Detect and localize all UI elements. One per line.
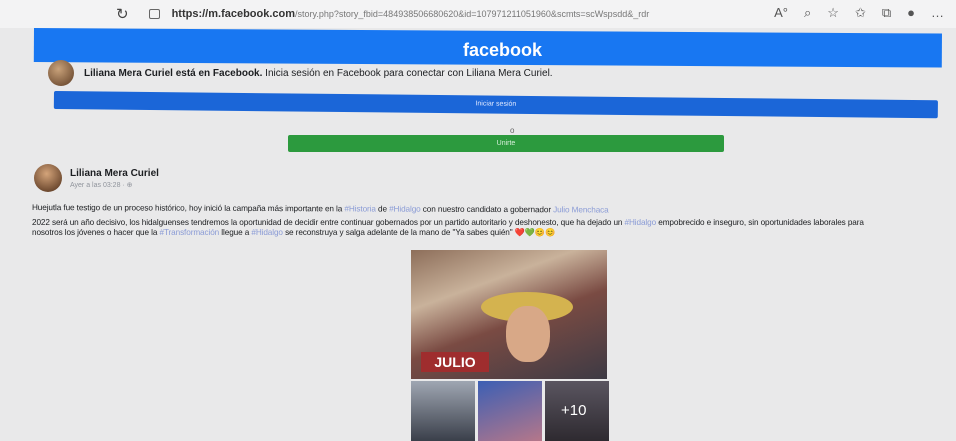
login-button[interactable]: Iniciar sesión xyxy=(53,91,938,119)
url-domain: https://m.facebook.com xyxy=(171,8,296,20)
text: nosotros los jóvenes o hacer que la xyxy=(32,228,160,237)
text: 2022 será un año decisivo, los hidalguen… xyxy=(32,218,625,227)
login-prompt-message: Inicia sesión en Facebook para conectar … xyxy=(262,67,553,79)
post-photo-main[interactable]: JULIO xyxy=(411,250,607,379)
face-shape xyxy=(506,306,550,362)
avatar[interactable] xyxy=(48,60,74,86)
lock-icon xyxy=(148,9,160,19)
login-prompt: Liliana Mera Curiel está en Facebook. In… xyxy=(48,58,940,88)
more-icon[interactable]: … xyxy=(931,5,944,21)
photo-sign: JULIO xyxy=(421,352,489,372)
post-author[interactable]: Liliana Mera Curiel xyxy=(70,168,159,179)
mention-julio-menchaca[interactable]: Julio Menchaca xyxy=(553,205,609,214)
favorite-icon[interactable]: ☆ xyxy=(827,5,839,21)
text: llegue a xyxy=(219,228,252,237)
photo-thumbnails: +10 xyxy=(411,381,609,441)
login-prompt-text: Liliana Mera Curiel está en Facebook. In… xyxy=(84,68,553,79)
text: Huejutla fue testigo de un proceso histó… xyxy=(31,203,345,214)
more-photos-count: +10 xyxy=(561,402,587,419)
post-line-2: 2022 será un año decisivo, los hidalguen… xyxy=(32,218,952,228)
text: de xyxy=(375,204,390,214)
collections-icon[interactable]: ⧉ xyxy=(882,5,891,21)
photo-thumbnail[interactable] xyxy=(478,381,542,441)
text: empobrecido e inseguro, sin oportunidade… xyxy=(656,218,864,227)
post-line-3: nosotros los jóvenes o hacer que la #Tra… xyxy=(32,228,952,238)
read-aloud-icon[interactable]: A° xyxy=(774,5,788,21)
hashtag-hidalgo[interactable]: #Hidalgo xyxy=(625,218,657,227)
text: se reconstruya y salga adelante de la ma… xyxy=(282,228,556,237)
hashtag-hidalgo[interactable]: #Hidalgo xyxy=(389,205,421,214)
post-line-1: Huejutla fue testigo de un proceso histó… xyxy=(32,203,952,217)
text: con nuestro candidato a gobernador xyxy=(420,204,554,215)
author-avatar[interactable] xyxy=(34,164,62,192)
login-prompt-name: Liliana Mera Curiel está en Facebook. xyxy=(84,67,263,79)
profile-icon[interactable]: ● xyxy=(907,5,915,21)
post-header: Liliana Mera Curiel Ayer a las 03:28 · ⊕ xyxy=(34,164,159,192)
url-path: /story.php?story_fbid=484938506680620&id… xyxy=(295,9,650,19)
hashtag-transformacion[interactable]: #Transformación xyxy=(159,228,219,237)
toolbar-icons: A° ⌕ ☆ ✩ ⧉ ● … xyxy=(774,5,944,21)
zoom-icon[interactable]: ⌕ xyxy=(804,5,811,21)
separator-text: o xyxy=(510,126,515,135)
address-bar[interactable]: https://m.facebook.com/story.php?story_f… xyxy=(172,8,650,20)
hashtag-historia[interactable]: #Historia xyxy=(344,204,375,213)
browser-toolbar: ↻ https://m.facebook.com/story.php?story… xyxy=(0,0,956,28)
signup-button[interactable]: Unirte xyxy=(288,135,724,152)
photo-thumbnail-more[interactable]: +10 xyxy=(545,381,609,441)
reload-icon[interactable]: ↻ xyxy=(116,5,129,23)
post-body: Huejutla fue testigo de un proceso histó… xyxy=(32,203,952,238)
post-timestamp[interactable]: Ayer a las 03:28 · ⊕ xyxy=(70,181,159,189)
photo-thumbnail[interactable] xyxy=(411,381,475,441)
hashtag-hidalgo[interactable]: #Hidalgo xyxy=(251,228,283,237)
favorites-icon[interactable]: ✩ xyxy=(855,5,866,21)
